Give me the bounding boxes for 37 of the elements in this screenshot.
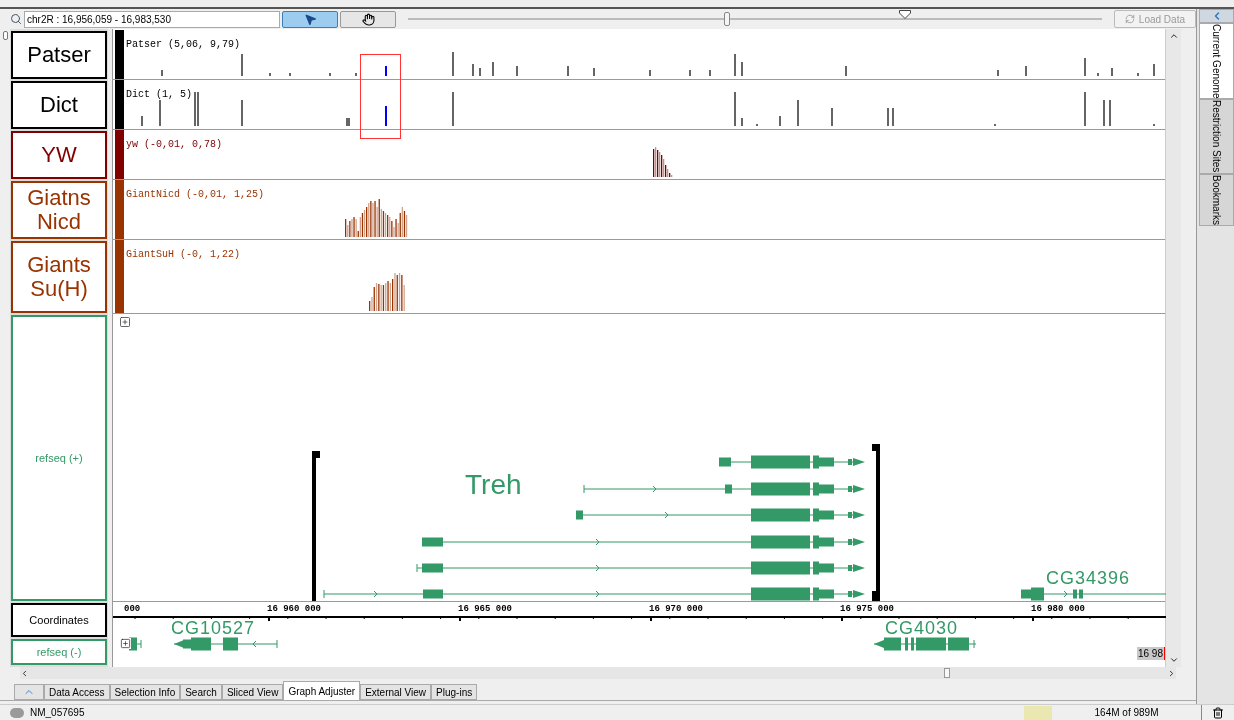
panel-tab[interactable]: External View [360,684,432,700]
track-header: GiantNicd (-0,01, 1,25) [126,189,265,200]
panel-tab[interactable]: Sliced View [221,684,284,700]
position-label: 16 98 [1136,647,1165,660]
coordinate-label: 16 970 000 [649,604,703,614]
track-header: Patser (5,06, 9,79) [126,39,241,50]
track-header: yw (-0,01, 0,78) [126,139,222,150]
search-field[interactable]: chr2R : 16,956,059 - 16,983,530 [24,10,280,28]
coordinate-label: 16 960 000 [267,604,321,614]
memory-usage: 164M of 989M [1052,705,1202,720]
coordinate-label: 000 [124,604,141,614]
track-header: Dict (1, 5) [126,89,192,100]
side-tab[interactable]: Bookmarks [1199,173,1234,226]
track-label[interactable]: Giatns Nicd [11,181,107,239]
coordinate-label: 16 980 000 [1031,604,1085,614]
track-label[interactable]: YW [11,131,107,179]
gene-label: CG10527 [171,618,256,638]
status-text: NM_057695 [30,706,85,720]
track-label[interactable]: Giants Su(H) [11,241,107,313]
gene-label: CG4030 [885,618,959,638]
gene-label: Treh [465,469,522,501]
side-tab[interactable]: Current Genome [1199,23,1234,100]
coordinate-label: 16 965 000 [458,604,512,614]
side-tab[interactable]: Restriction Sites [1199,99,1234,174]
panel-tab[interactable]: Search [180,684,222,700]
panel-tab[interactable]: Plug-ins [431,684,478,700]
coordinate-label: 16 975 000 [840,604,894,614]
track-label[interactable]: Coordinates [11,603,107,637]
track-label[interactable]: Dict [11,81,107,129]
gene-label: CG34396 [1046,568,1131,588]
track-header: GiantSuH (-0, 1,22) [126,249,241,260]
panel-tab[interactable]: Graph Adjuster [283,681,361,700]
track-label[interactable]: Patser [11,31,107,79]
panel-tab[interactable]: Selection Info [109,684,181,700]
track-label[interactable]: refseq (+) [11,315,107,601]
track-label[interactable]: refseq (-) [11,639,107,665]
panel-tab[interactable]: Data Access [44,684,110,700]
